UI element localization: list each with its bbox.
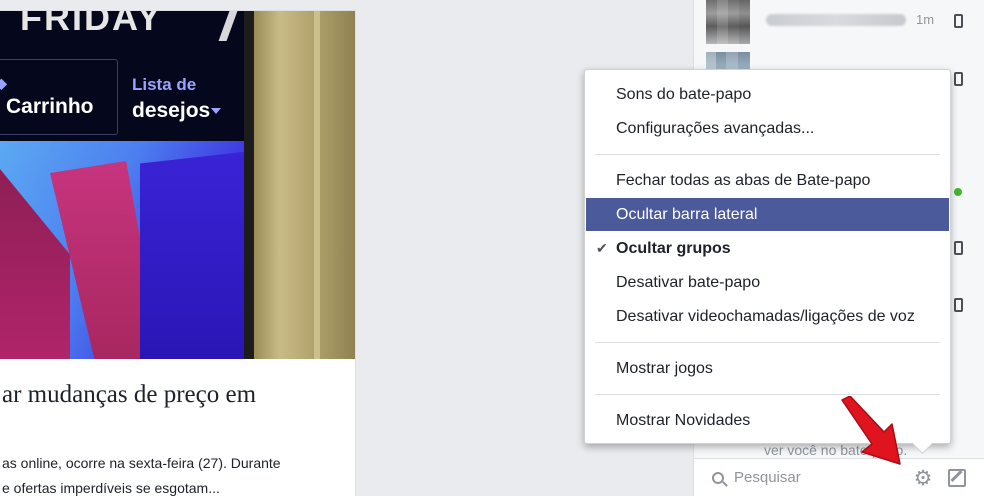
mobile-icon: [954, 14, 963, 28]
post-body: as online, ocorre na sexta-feira (27). D…: [2, 451, 352, 496]
image-screen: FRIDAY ◆ Carrinho Lista de desejos: [0, 11, 252, 359]
chat-options-menu: Sons do bate-papo Configurações avançada…: [584, 69, 951, 444]
menu-separator: [595, 394, 940, 395]
post-headline[interactable]: ar mudanças de preço em: [2, 381, 352, 409]
contact-row[interactable]: 1m: [706, 0, 984, 44]
search-icon: [712, 472, 724, 484]
menu-item-turn-off-chat[interactable]: Desativar bate-papo: [586, 266, 949, 299]
image-block-purple: [140, 151, 252, 359]
checkmark-icon: ✔: [596, 240, 608, 256]
image-nav-right-small: Lista de: [132, 75, 197, 94]
image-top-word: FRIDAY: [20, 11, 163, 38]
mobile-icon: [954, 241, 963, 255]
post-body-line: as online, ocorre na sexta-feira (27). D…: [2, 455, 281, 471]
mobile-icon: [954, 72, 963, 86]
menu-item-label: Ocultar grupos: [616, 240, 731, 257]
post-image[interactable]: FRIDAY ◆ Carrinho Lista de desejos: [0, 11, 355, 359]
menu-item-hide-sidebar[interactable]: Ocultar barra lateral: [586, 198, 949, 231]
gear-icon[interactable]: ⚙: [912, 468, 934, 490]
post-body-line: e ofertas imperdíveis se esgotam...: [2, 480, 220, 496]
feed-post-card: FRIDAY ◆ Carrinho Lista de desejos ar mu…: [0, 10, 356, 496]
online-status-dot: [954, 188, 962, 196]
image-wall-stripe: [314, 11, 320, 359]
menu-item-show-games[interactable]: Mostrar jogos: [586, 352, 949, 385]
mobile-icon: [954, 298, 963, 312]
compose-icon[interactable]: [948, 469, 966, 487]
contact-name-blurred: [766, 14, 906, 26]
contact-avatar: [706, 0, 750, 44]
menu-item-turn-off-video-voice-calls[interactable]: Desativar videochamadas/ligações de voz: [586, 300, 949, 333]
image-nav-caret: [211, 108, 221, 114]
image-nav-left-small: ◆: [0, 75, 7, 92]
image-wall: [254, 11, 355, 359]
menu-item-hide-groups[interactable]: ✔ Ocultar grupos: [586, 232, 949, 265]
menu-item-close-all-chat-tabs[interactable]: Fechar todas as abas de Bate-papo: [586, 164, 949, 197]
image-nav-right-big: desejos: [132, 99, 211, 122]
menu-item-chat-sounds[interactable]: Sons do bate-papo: [586, 78, 949, 111]
contact-last-active: 1m: [916, 12, 935, 27]
search-input[interactable]: Pesquisar: [734, 469, 801, 486]
menu-item-advanced-settings[interactable]: Configurações avançadas...: [586, 112, 949, 145]
image-bezel: [244, 11, 254, 359]
menu-separator: [595, 342, 940, 343]
annotation-arrow-icon: [841, 396, 901, 465]
menu-separator: [595, 154, 940, 155]
image-nav-left-big: Carrinho: [6, 95, 94, 118]
